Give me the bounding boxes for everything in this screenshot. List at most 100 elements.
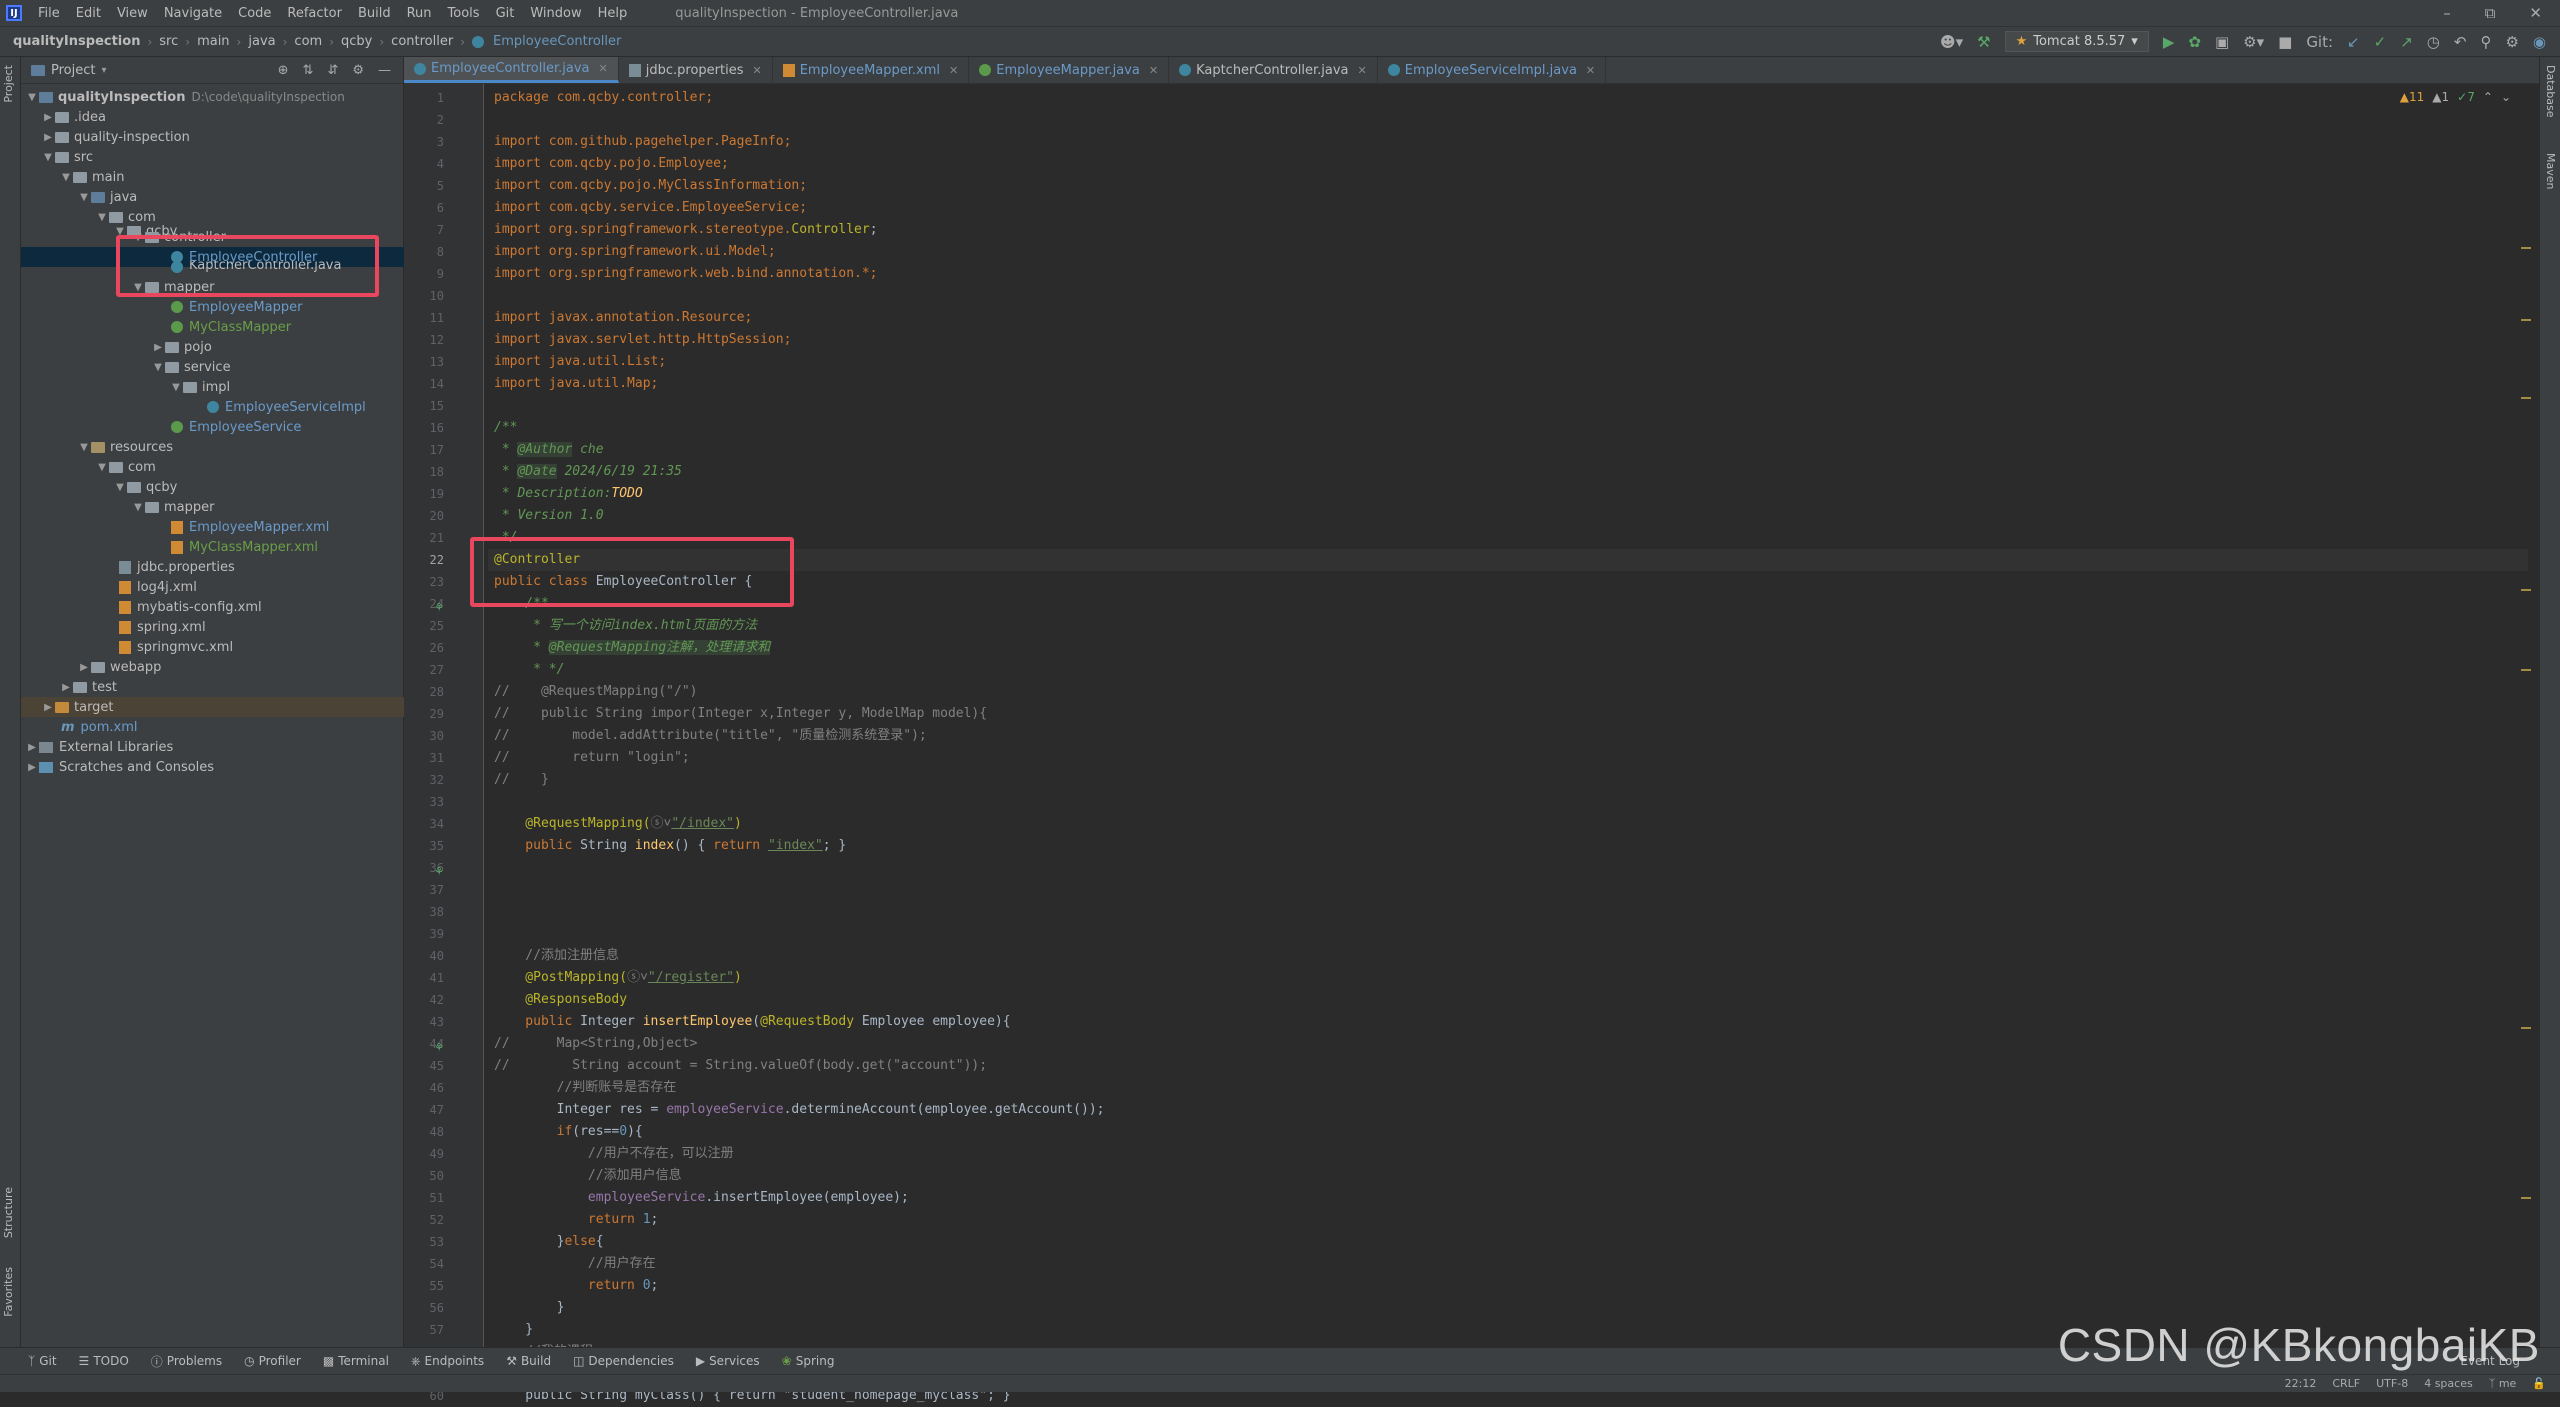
chevron-down-icon[interactable]: ▾ bbox=[101, 65, 106, 76]
chevron-down-icon[interactable]: ▼ bbox=[59, 172, 73, 183]
chevron-down-icon[interactable]: ▼ bbox=[95, 212, 109, 223]
bean-icon[interactable]: ⚘ bbox=[434, 601, 444, 614]
git-commit-icon[interactable]: ✓ bbox=[2374, 33, 2387, 51]
code-line[interactable]: package com.qcby.controller; bbox=[494, 87, 713, 109]
tree-item-myclass-mapper-xml[interactable]: MyClassMapper.xml bbox=[21, 537, 404, 557]
tool-problems[interactable]: ⓘ Problems bbox=[151, 1353, 222, 1370]
code-line[interactable]: //用户不存在，可以注册 bbox=[494, 1143, 734, 1165]
tool-endpoints[interactable]: ⎈ Endpoints bbox=[411, 1354, 484, 1369]
code-line[interactable]: // @RequestMapping("/") bbox=[494, 681, 698, 703]
code-line[interactable]: * @RequestMapping注解，处理请求和 bbox=[494, 637, 771, 659]
tree-item-quality-inspection[interactable]: ▶ quality-inspection bbox=[21, 127, 404, 147]
tree-item-controller[interactable]: ▼ controller bbox=[21, 227, 404, 247]
code-line[interactable]: //判断账号是否存在 bbox=[494, 1077, 677, 1099]
tree-item-log4j[interactable]: log4j.xml bbox=[21, 577, 404, 597]
chevron-down-icon[interactable]: ▼ bbox=[151, 362, 165, 373]
code-line[interactable]: //用户存在 bbox=[494, 1253, 656, 1275]
code-line[interactable]: Integer res = employeeService.determineA… bbox=[494, 1099, 1105, 1121]
close-tab-icon[interactable]: ✕ bbox=[1586, 64, 1595, 77]
tree-item-res-mapper[interactable]: ▼ mapper bbox=[21, 497, 404, 517]
chevron-right-icon[interactable]: ▶ bbox=[59, 682, 73, 693]
tool-profiler[interactable]: ◷ Profiler bbox=[244, 1354, 301, 1368]
tree-item-pom[interactable]: m pom.xml bbox=[21, 717, 404, 737]
tree-item-main[interactable]: ▼ main bbox=[21, 167, 404, 187]
code-line[interactable]: // model.addAttribute("title", "质量检测系统登录… bbox=[494, 725, 927, 747]
chevron-down-icon[interactable]: ▼ bbox=[25, 92, 39, 103]
close-tab-icon[interactable]: ✕ bbox=[1149, 64, 1158, 77]
code-line[interactable]: import org.springframework.stereotype.Co… bbox=[494, 219, 878, 241]
indent-setting[interactable]: 4 spaces bbox=[2424, 1377, 2473, 1390]
tab-employee-controller[interactable]: EmployeeController.java ✕ bbox=[404, 57, 619, 83]
project-view-select[interactable]: Project bbox=[51, 63, 95, 78]
restore-icon[interactable]: ⧉ bbox=[2485, 4, 2496, 22]
code-line[interactable]: //添加注册信息 bbox=[494, 945, 619, 967]
hide-panel-icon[interactable]: — bbox=[378, 63, 391, 78]
menu-refactor[interactable]: Refactor bbox=[279, 6, 350, 21]
breadcrumb-file[interactable]: EmployeeController bbox=[490, 34, 624, 49]
code-line[interactable]: import com.github.pagehelper.PageInfo; bbox=[494, 131, 791, 153]
code-line[interactable]: // return "login"; bbox=[494, 747, 690, 769]
tool-build[interactable]: ⚒ Build bbox=[506, 1354, 551, 1368]
user-icon[interactable]: ☻▾ bbox=[1940, 33, 1963, 51]
code-line[interactable]: @PostMapping(ⓢ˅"/register") bbox=[494, 967, 742, 989]
code-line[interactable]: } bbox=[494, 1319, 533, 1341]
code-line[interactable]: return 1; bbox=[494, 1209, 658, 1231]
menu-run[interactable]: Run bbox=[399, 6, 440, 21]
code-line[interactable]: import javax.servlet.http.HttpSession; bbox=[494, 329, 791, 351]
tree-item-res-com[interactable]: ▼ com bbox=[21, 457, 404, 477]
file-encoding[interactable]: UTF-8 bbox=[2376, 1377, 2408, 1390]
tool-terminal[interactable]: ▩ Terminal bbox=[323, 1354, 389, 1368]
code-line[interactable]: //添加用户信息 bbox=[494, 1165, 682, 1187]
project-tool-tab[interactable]: Project bbox=[2, 65, 15, 103]
breadcrumb-controller[interactable]: controller bbox=[388, 34, 456, 49]
tool-git[interactable]: ᛉ Git bbox=[28, 1354, 57, 1368]
tab-employee-mapper-java[interactable]: EmployeeMapper.java ✕ bbox=[969, 57, 1170, 83]
code-line[interactable]: // String account = String.valueOf(body.… bbox=[494, 1055, 987, 1077]
coverage-icon[interactable]: ▣ bbox=[2215, 33, 2229, 51]
code-line[interactable]: /** bbox=[494, 417, 517, 439]
tree-item-employee-mapper-xml[interactable]: EmployeeMapper.xml bbox=[21, 517, 404, 537]
breadcrumb-main[interactable]: main bbox=[194, 34, 232, 49]
profile-icon[interactable]: ⚙▾ bbox=[2243, 33, 2264, 51]
tree-item-mapper[interactable]: ▼ mapper bbox=[21, 277, 404, 297]
bean-icon[interactable]: ⚘ bbox=[434, 1041, 444, 1054]
tree-item-spring-xml[interactable]: spring.xml bbox=[21, 617, 404, 637]
tree-item-impl[interactable]: ▼ impl bbox=[21, 377, 404, 397]
tree-item-employee-service-impl[interactable]: EmployeeServiceImpl bbox=[21, 397, 404, 417]
breadcrumb-project[interactable]: qualityInspection bbox=[10, 34, 143, 49]
chevron-right-icon[interactable]: ▶ bbox=[41, 702, 55, 713]
code-line[interactable]: import javax.annotation.Resource; bbox=[494, 307, 752, 329]
tree-item-idea[interactable]: ▶ .idea bbox=[21, 107, 404, 127]
code-line[interactable]: employeeService.insertEmployee(employee)… bbox=[494, 1187, 909, 1209]
tool-dependencies[interactable]: ◫ Dependencies bbox=[573, 1354, 674, 1368]
rollback-icon[interactable]: ↶ bbox=[2454, 33, 2467, 51]
tree-item-external-libraries[interactable]: ▶ External Libraries bbox=[21, 737, 404, 757]
tab-kaptcher-controller[interactable]: KaptcherController.java ✕ bbox=[1169, 57, 1378, 83]
code-line[interactable]: @RequestMapping(ⓢ˅"/index") bbox=[494, 813, 742, 835]
tree-item-jdbc-properties[interactable]: jdbc.properties bbox=[21, 557, 404, 577]
tree-item-java[interactable]: ▼ java bbox=[21, 187, 404, 207]
close-tab-icon[interactable]: ✕ bbox=[1358, 64, 1367, 77]
chevron-down-icon[interactable]: ▼ bbox=[169, 382, 183, 393]
tree-item-kaptcher-controller[interactable]: KaptcherController.java bbox=[21, 261, 404, 273]
tree-item-src[interactable]: ▼ src bbox=[21, 147, 404, 167]
search-icon[interactable]: ⚲ bbox=[2480, 33, 2491, 51]
menu-edit[interactable]: Edit bbox=[68, 6, 109, 21]
debug-icon[interactable]: ✿ bbox=[2188, 33, 2201, 51]
settings-gear-icon[interactable]: ⚙ bbox=[2505, 33, 2518, 51]
tab-employee-service-impl[interactable]: EmployeeServiceImpl.java ✕ bbox=[1378, 57, 1607, 83]
tab-jdbc-properties[interactable]: jdbc.properties ✕ bbox=[619, 57, 773, 83]
chevron-right-icon[interactable]: ▶ bbox=[77, 662, 91, 673]
code-line[interactable]: import com.qcby.pojo.MyClassInformation; bbox=[494, 175, 807, 197]
tool-spring[interactable]: ❀ Spring bbox=[782, 1354, 835, 1368]
chevron-right-icon[interactable]: ▶ bbox=[25, 742, 39, 753]
code-line[interactable]: * @Author che bbox=[494, 439, 604, 461]
chevron-down-icon[interactable]: ▼ bbox=[131, 232, 145, 243]
tree-item-webapp[interactable]: ▶ webapp bbox=[21, 657, 404, 677]
code-line[interactable]: import org.springframework.web.bind.anno… bbox=[494, 263, 878, 285]
favorites-tool-tab[interactable]: Favorites bbox=[2, 1267, 15, 1317]
close-tab-icon[interactable]: ✕ bbox=[599, 62, 608, 75]
chevron-right-icon[interactable]: ▶ bbox=[25, 762, 39, 773]
tree-item-service[interactable]: ▼ service bbox=[21, 357, 404, 377]
chevron-down-icon[interactable]: ▼ bbox=[131, 282, 145, 293]
